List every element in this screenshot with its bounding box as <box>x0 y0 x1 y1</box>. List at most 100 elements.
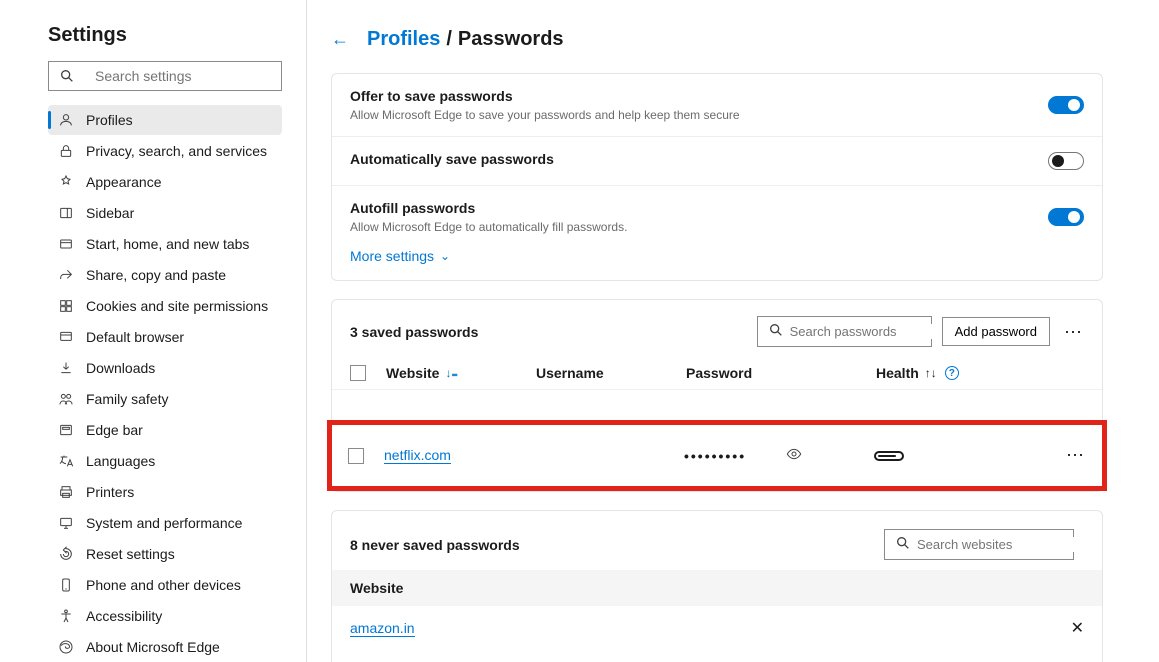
breadcrumb-parent[interactable]: Profiles <box>367 28 440 51</box>
printer-icon <box>58 484 74 500</box>
sidebar-item-label: Edge bar <box>86 422 143 438</box>
saved-passwords-title: 3 saved passwords <box>350 324 757 340</box>
auto-save-toggle[interactable] <box>1048 152 1084 170</box>
help-icon[interactable]: ? <box>945 366 959 380</box>
sidebar-item-label: Appearance <box>86 174 162 190</box>
remove-never-saved-icon[interactable]: ✕ <box>1071 618 1084 638</box>
sidebar-item-accessibility[interactable]: Accessibility <box>48 601 282 631</box>
sidebar-item-about-microsoft-edge[interactable]: About Microsoft Edge <box>48 632 282 662</box>
sidebar-item-reset-settings[interactable]: Reset settings <box>48 539 282 569</box>
add-password-button[interactable]: Add password <box>942 317 1050 346</box>
more-settings-link[interactable]: More settings ⌄ <box>332 248 468 280</box>
sidebar-item-family-safety[interactable]: Family safety <box>48 384 282 414</box>
more-actions-icon[interactable]: ⋯ <box>1064 323 1084 341</box>
sort-icon: ↓₌ <box>445 366 457 380</box>
sidebar-item-label: Languages <box>86 453 155 469</box>
search-passwords-box[interactable] <box>757 316 932 347</box>
sidebar-item-phone-and-other-devices[interactable]: Phone and other devices <box>48 570 282 600</box>
search-passwords-input[interactable] <box>790 324 966 339</box>
sidebar-item-label: Profiles <box>86 112 133 128</box>
autofill-desc: Allow Microsoft Edge to automatically fi… <box>350 220 1048 234</box>
select-all-checkbox[interactable] <box>350 365 366 381</box>
password-health-icon <box>874 451 904 461</box>
sidebar-item-edge-bar[interactable]: Edge bar <box>48 415 282 445</box>
sidebar-item-system-and-performance[interactable]: System and performance <box>48 508 282 538</box>
never-saved-row: amazon.in ✕ <box>332 606 1102 650</box>
sidebar-item-label: About Microsoft Edge <box>86 639 220 655</box>
never-saved-title: 8 never saved passwords <box>350 537 884 553</box>
sidebar-item-label: Printers <box>86 484 134 500</box>
accessibility-icon <box>58 608 74 624</box>
sidebar-item-label: Default browser <box>86 329 184 345</box>
offer-save-desc: Allow Microsoft Edge to save your passwo… <box>350 108 1048 122</box>
sidebar-item-profiles[interactable]: Profiles <box>48 105 282 135</box>
never-saved-row: coschedule.com✕ <box>332 650 1102 662</box>
sidebar-item-label: Start, home, and new tabs <box>86 236 249 252</box>
settings-sidebar: Settings Profiles Privacy, search, and se… <box>0 0 307 662</box>
offer-save-toggle[interactable] <box>1048 96 1084 114</box>
sidebar-item-label: Accessibility <box>86 608 162 624</box>
column-password[interactable]: Password <box>686 365 876 381</box>
sidebar-item-start-home-and-new-tabs[interactable]: Start, home, and new tabs <box>48 229 282 259</box>
browser-icon <box>58 329 74 345</box>
main-content: ← Profiles / Passwords Offer to save pas… <box>307 0 1159 662</box>
appearance-icon <box>58 174 74 190</box>
search-websites-box[interactable] <box>884 529 1074 560</box>
row-more-actions-icon[interactable]: ⋯ <box>1066 445 1086 466</box>
saved-passwords-header: 3 saved passwords Add password ⋯ <box>332 300 1102 357</box>
autofill-toggle[interactable] <box>1048 208 1084 226</box>
sidebar-item-label: System and performance <box>86 515 242 531</box>
lock-icon <box>58 143 74 159</box>
sidebar-title: Settings <box>0 24 306 61</box>
edge-icon <box>58 639 74 655</box>
chevron-down-icon: ⌄ <box>440 249 450 263</box>
column-username[interactable]: Username <box>536 365 686 381</box>
sidebar-item-privacy-search-and-services[interactable]: Privacy, search, and services <box>48 136 282 166</box>
sidebar-item-printers[interactable]: Printers <box>48 477 282 507</box>
share-icon <box>58 267 74 283</box>
sidebar-item-cookies-and-site-permissions[interactable]: Cookies and site permissions <box>48 291 282 321</box>
language-icon <box>58 453 74 469</box>
search-icon <box>768 322 784 341</box>
breadcrumb-separator: / <box>446 28 452 51</box>
search-icon <box>895 535 911 554</box>
row-checkbox[interactable] <box>348 448 364 464</box>
never-column-label: Website <box>332 570 1102 606</box>
password-settings-card: Offer to save passwords Allow Microsoft … <box>331 73 1103 281</box>
search-settings-box[interactable] <box>48 61 282 91</box>
sidebar-item-default-browser[interactable]: Default browser <box>48 322 282 352</box>
sidebar-item-sidebar[interactable]: Sidebar <box>48 198 282 228</box>
password-masked: ••••••••• <box>684 448 746 464</box>
search-websites-input[interactable] <box>917 537 1093 552</box>
never-saved-header: 8 never saved passwords <box>332 511 1102 570</box>
reveal-password-icon[interactable] <box>786 446 802 465</box>
edgebar-icon <box>58 422 74 438</box>
sidebar-item-share-copy-and-paste[interactable]: Share, copy and paste <box>48 260 282 290</box>
sidebar-item-label: Family safety <box>86 391 168 407</box>
autofill-passwords-row: Autofill passwords Allow Microsoft Edge … <box>332 185 1102 248</box>
never-saved-site-link[interactable]: amazon.in <box>350 620 415 637</box>
offer-save-title: Offer to save passwords <box>350 88 1048 104</box>
column-website[interactable]: Website ↓₌ <box>386 365 536 381</box>
cookies-icon <box>58 298 74 314</box>
sidebar-item-languages[interactable]: Languages <box>48 446 282 476</box>
back-arrow-icon[interactable]: ← <box>331 29 349 50</box>
search-settings-input[interactable] <box>95 68 276 84</box>
reset-icon <box>58 546 74 562</box>
auto-save-title: Automatically save passwords <box>350 151 1048 167</box>
sidebar-item-label: Downloads <box>86 360 155 376</box>
breadcrumb: ← Profiles / Passwords <box>331 28 1103 51</box>
website-link[interactable]: netflix.com <box>384 447 451 464</box>
download-icon <box>58 360 74 376</box>
never-saved-card: 8 never saved passwords Website amazon.i… <box>331 510 1103 662</box>
passwords-table-header: Website ↓₌ Username Password Health ↑↓ ? <box>332 357 1102 390</box>
family-icon <box>58 391 74 407</box>
column-health[interactable]: Health ↑↓ ? <box>876 365 1084 381</box>
sidebar-item-downloads[interactable]: Downloads <box>48 353 282 383</box>
breadcrumb-current: Passwords <box>458 28 564 51</box>
password-row-netflix: netflix.com ••••••••• ⋯ <box>332 425 1102 486</box>
search-icon <box>59 68 75 84</box>
sort-updown-icon: ↑↓ <box>925 366 937 380</box>
sidebar-item-appearance[interactable]: Appearance <box>48 167 282 197</box>
sidebar-item-label: Reset settings <box>86 546 175 562</box>
